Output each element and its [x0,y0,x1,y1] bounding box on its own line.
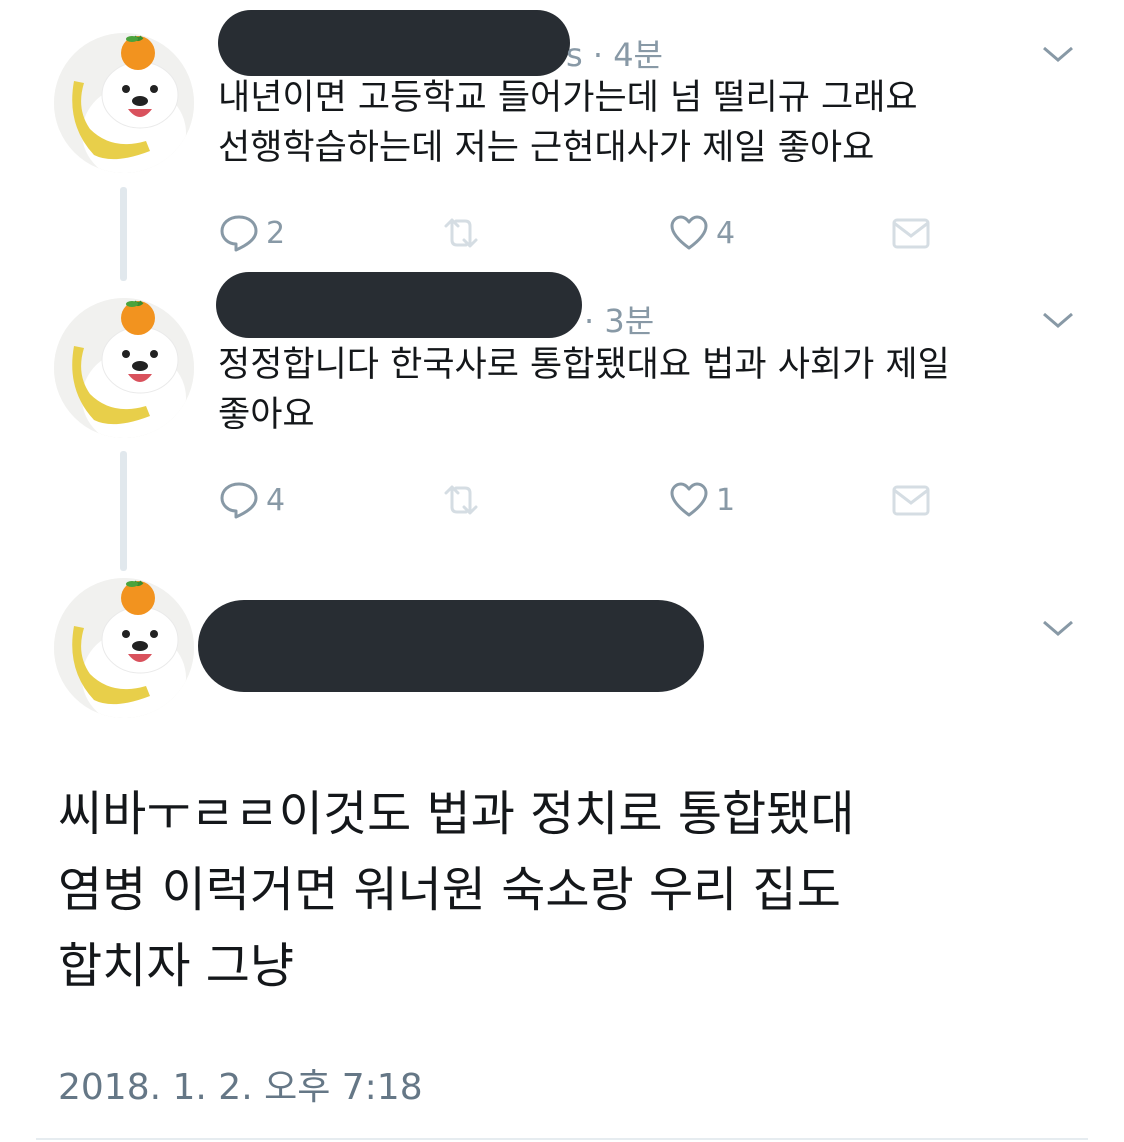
main-tweet-text-line: 염병 이럭거면 워너원 숙소랑 우리 집도 [58,862,841,918]
like-button[interactable]: 1 [668,477,735,523]
retweet-icon [444,218,478,248]
avatar-image [54,298,194,438]
tweet-text-line: 내년이면 고등학교 들어가는데 넘 떨리규 그래요 [218,78,918,118]
like-button[interactable]: 4 [668,210,735,256]
like-icon [670,215,708,250]
tweet-time: 3분 [604,302,655,340]
message-icon [892,485,930,516]
retweet-button[interactable] [440,210,488,256]
main-tweet-text-line: 씨바ㅜㄹㄹ이것도 법과 정치로 통합됐대 [58,786,855,842]
avatar-image [54,578,194,718]
tweet-text-line: 정정합니다 한국사로 통합됐대요 법과 사회가 제일 [218,345,950,385]
thread-connector [120,187,127,281]
reply-count: 2 [266,215,286,251]
main-tweet-text: 씨바ㅜㄹㄹ이것도 법과 정치로 통합됐대 염병 이럭거면 워너원 숙소랑 우리 … [58,776,855,1004]
avatar[interactable] [54,298,194,438]
retweet-icon [444,485,478,515]
divider [36,1138,1088,1140]
chevron-down-icon[interactable] [1040,308,1076,332]
reply-button[interactable]: 4 [218,477,285,523]
redacted-username [218,10,570,76]
reply-count: 4 [266,482,286,518]
tweet-text-line: 좋아요 [218,395,315,435]
like-icon [670,482,708,517]
message-icon [892,218,930,249]
like-count: 4 [716,215,736,251]
tweet-text: 내년이면 고등학교 들어가는데 넘 떨리규 그래요 선행학습하는데 저는 근현대… [218,73,918,173]
retweet-button[interactable] [440,477,488,523]
tweet-text-line: 선행학습하는데 저는 근현대사가 제일 좋아요 [218,128,875,168]
reply-icon [220,215,258,252]
tweet-timestamp[interactable]: 2018. 1. 2. 오후 7:18 [58,1058,423,1110]
main-tweet-text-line: 합치자 그냥 [58,938,295,994]
redacted-username [198,600,704,692]
tweet-text: 정정합니다 한국사로 통합됐대요 법과 사회가 제일 좋아요 [218,340,950,440]
tweet-meta: · 3분 [584,302,655,340]
avatar-image [54,33,194,173]
chevron-down-icon[interactable] [1040,616,1076,640]
tweet-meta: s · 4분 [566,36,663,74]
redacted-username [216,272,582,338]
avatar[interactable] [54,33,194,173]
direct-message-button[interactable] [890,477,932,523]
thread-connector [120,451,127,571]
avatar[interactable] [54,578,194,718]
chevron-down-icon[interactable] [1040,42,1076,66]
reply-icon [220,482,258,519]
like-count: 1 [716,482,736,518]
direct-message-button[interactable] [890,210,932,256]
username-tail: s [566,36,583,74]
reply-button[interactable]: 2 [218,210,285,256]
tweet-time: 4분 [613,36,663,74]
